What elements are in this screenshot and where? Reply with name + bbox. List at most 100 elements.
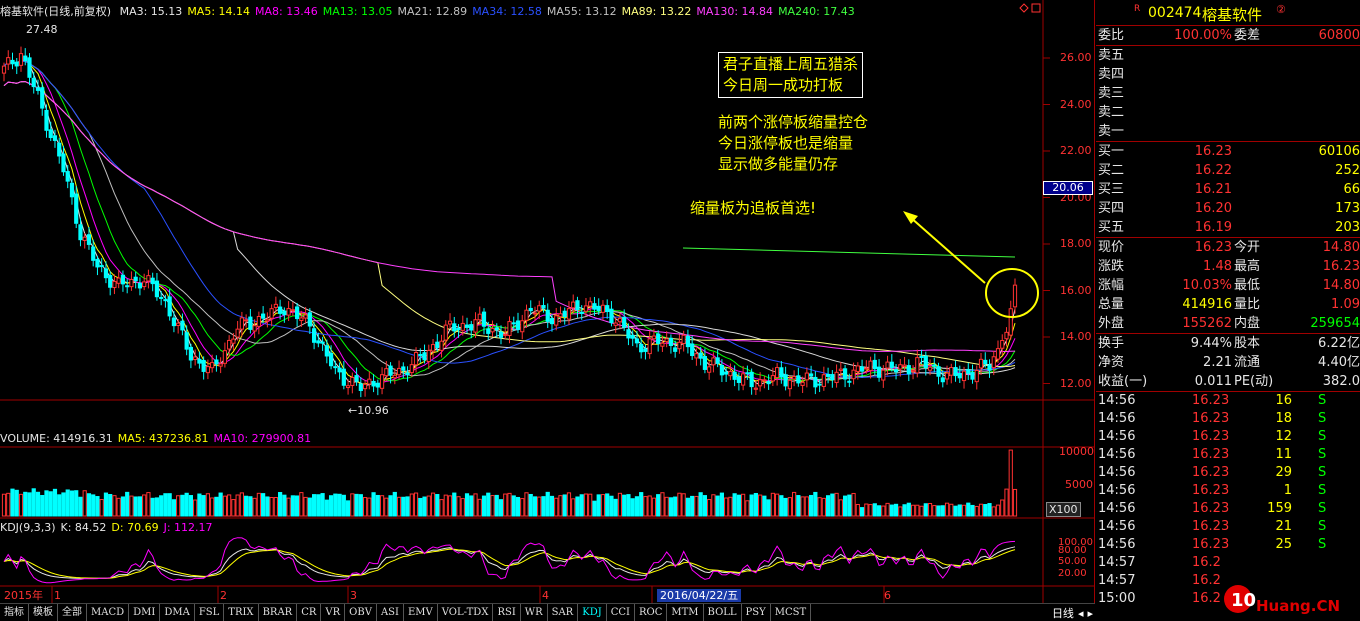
candle-body: [600, 304, 606, 313]
stat-value: 6.22亿: [1318, 336, 1360, 351]
tick-time: 14:56: [1098, 393, 1136, 408]
info-icon[interactable]: ②: [1276, 3, 1286, 16]
indicator-button[interactable]: MCST: [771, 603, 812, 621]
indicator-button[interactable]: FSL: [195, 603, 225, 621]
candle-body: [265, 318, 270, 322]
indicator-button[interactable]: VOL-TDX: [438, 603, 494, 621]
stat-label: 内盘: [1234, 316, 1261, 331]
tick-row: 14:56 16.23 11 S: [1096, 446, 1360, 464]
candle-body: [520, 320, 525, 333]
candle-body: [180, 320, 185, 331]
tick-time: 14:56: [1098, 411, 1136, 426]
indicator-button[interactable]: MTM: [667, 603, 704, 621]
candle-body: [379, 374, 385, 389]
indicator-button[interactable]: BOLL: [704, 603, 742, 621]
tick-price: 16.2: [1192, 573, 1221, 588]
indicator-button[interactable]: EMV: [404, 603, 438, 621]
volume-bar: [762, 495, 767, 517]
volume-bar: [171, 499, 177, 517]
chart-area[interactable]: 榕基软件(日线,前复权) MA3: 15.13 MA5: 14.14 MA8: 13…: [0, 0, 1095, 603]
volume-bar: [609, 495, 614, 517]
indicator-button[interactable]: RSI: [493, 603, 521, 621]
volume-bar: [906, 502, 911, 517]
volume-bar: [91, 494, 96, 517]
volume-bar: [65, 489, 70, 517]
candle-body: [838, 368, 843, 371]
indicator-button[interactable]: DMA: [160, 603, 195, 621]
candle-body: [736, 376, 741, 383]
volume-bar: [583, 493, 589, 517]
indicator-button[interactable]: 指标: [0, 603, 29, 621]
candle-body: [872, 359, 877, 370]
volume-bar: [834, 492, 839, 517]
candle-body: [647, 338, 652, 355]
volume-bar: [668, 497, 674, 517]
candle-body: [91, 246, 96, 261]
volume-bar: [227, 494, 232, 517]
candle-body: [188, 346, 194, 361]
indicator-button[interactable]: BRAR: [259, 603, 298, 621]
volume-bar: [214, 496, 219, 517]
period-selector[interactable]: 日线: [1052, 605, 1074, 621]
tick-volume: 12: [1275, 429, 1292, 444]
indicator-button[interactable]: MACD: [87, 603, 130, 621]
volume-bar: [515, 496, 521, 517]
candle-body: [99, 265, 104, 268]
indicator-button[interactable]: OBV: [345, 603, 377, 621]
candle-body: [418, 353, 423, 356]
candlesticks: [1, 46, 1018, 398]
volume-bar: [1008, 449, 1013, 517]
quote-header: R 002474 榕基软件 ②: [1096, 0, 1360, 26]
volume-bar: [82, 490, 87, 517]
candle-body: [154, 280, 160, 298]
candle-body: [944, 372, 950, 380]
volume-bar: [231, 499, 236, 517]
candle-body: [396, 367, 402, 376]
tick-time: 15:00: [1098, 591, 1136, 606]
candle-body: [210, 362, 215, 369]
indicator-button[interactable]: ASI: [377, 603, 404, 621]
indicator-button[interactable]: PSY: [742, 603, 771, 621]
candle-body: [435, 341, 440, 349]
candle-body: [295, 306, 300, 320]
volume-bar: [685, 497, 691, 517]
chart-canvas[interactable]: [0, 0, 1095, 603]
indicator-button[interactable]: KDJ: [578, 603, 607, 621]
price-stat-row: 现价 16.23 今开 14.80: [1096, 238, 1360, 257]
kdj-legend-item: K: 84.52: [60, 521, 107, 534]
indicator-button[interactable]: 全部: [58, 603, 87, 621]
candle-body: [651, 335, 657, 340]
volume-bar: [154, 497, 160, 517]
indicator-button[interactable]: SAR: [548, 603, 579, 621]
indicator-button[interactable]: TRIX: [224, 603, 259, 621]
candle-body: [57, 142, 62, 157]
volume-bar: [541, 496, 546, 517]
candle-body: [375, 382, 380, 388]
candle-body: [367, 378, 372, 385]
candle-body: [804, 372, 809, 381]
indicator-button[interactable]: VR: [321, 603, 346, 621]
volume-bar: [711, 494, 716, 517]
weicha-value: 60800: [1318, 28, 1360, 43]
stat-value: 2.21: [1203, 355, 1232, 370]
indicator-button[interactable]: CCI: [607, 603, 635, 621]
candle-body: [558, 313, 563, 318]
scroll-right-icon[interactable]: ▸: [1087, 607, 1093, 620]
indicator-button[interactable]: 模板: [29, 603, 58, 621]
indicator-button[interactable]: DMI: [129, 603, 161, 621]
indicator-button[interactable]: ROC: [635, 603, 668, 621]
tick-price: 16.23: [1192, 393, 1230, 408]
sell-order-row: 卖一: [1096, 122, 1360, 141]
volume-bar: [842, 495, 848, 517]
indicator-button[interactable]: CR: [297, 603, 322, 621]
volume-bar: [588, 493, 593, 517]
tick-time: 14:56: [1098, 447, 1136, 462]
tick-list[interactable]: 14:56 16.23 16 S 14:56 16.23 18 S 14:56 16.23 12 S 1…: [1096, 392, 1360, 608]
candle-body: [792, 376, 797, 380]
volume-bar: [430, 492, 436, 517]
candle-body: [439, 340, 444, 351]
kdj-lines: [3, 537, 1016, 584]
scroll-left-icon[interactable]: ◂: [1078, 607, 1084, 620]
sell-order-row: 卖五: [1096, 46, 1360, 65]
indicator-button[interactable]: WR: [521, 603, 548, 621]
